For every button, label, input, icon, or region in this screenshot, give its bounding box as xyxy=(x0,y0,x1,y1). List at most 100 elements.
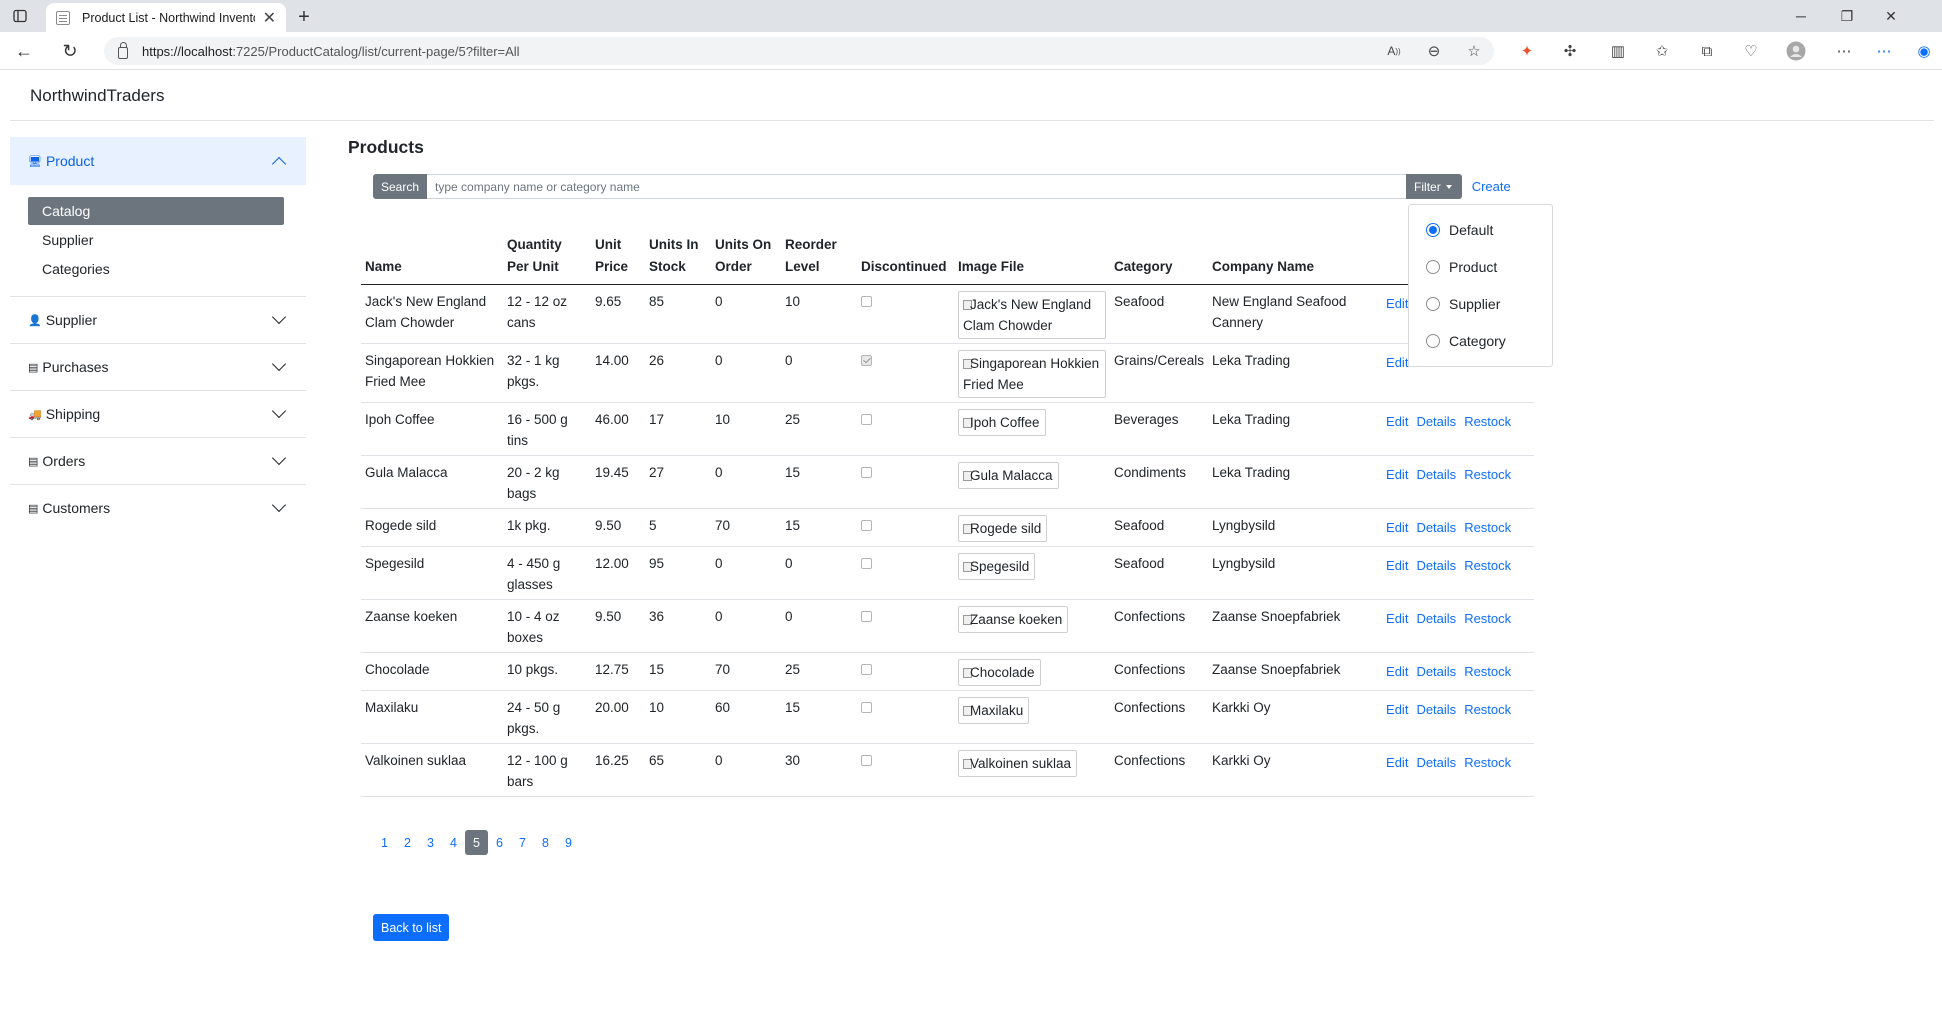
restock-link[interactable]: Restock xyxy=(1464,702,1511,717)
copilot-icon[interactable]: ◉ xyxy=(1912,40,1936,62)
restock-link[interactable]: Restock xyxy=(1464,558,1511,573)
profile-avatar-icon[interactable] xyxy=(1784,40,1808,62)
filter-option-product[interactable]: Product xyxy=(1409,248,1552,285)
browser-tab[interactable]: Product List - Northwind Invento ✕ xyxy=(46,3,286,32)
split-screen-icon[interactable]: ▥ xyxy=(1606,40,1630,62)
back-arrow-icon[interactable]: ← xyxy=(10,38,38,64)
sidebar-toggle-purchases[interactable]: ▤ Purchases xyxy=(10,344,306,390)
search-input[interactable]: type company name or category name xyxy=(427,174,1407,199)
page-link-1[interactable]: 1 xyxy=(373,830,396,855)
sidebar-toggle-shipping[interactable]: 🚚 Shipping xyxy=(10,391,306,437)
edit-link[interactable]: Edit xyxy=(1386,520,1408,535)
edit-link[interactable]: Edit xyxy=(1386,702,1408,717)
details-link[interactable]: Details xyxy=(1416,755,1456,770)
sidebar-toggle-supplier[interactable]: 👤 Supplier xyxy=(10,297,306,343)
page-link-9[interactable]: 9 xyxy=(557,830,580,855)
filter-dropdown-button[interactable]: Filter xyxy=(1406,174,1462,199)
sidebar-toggle-icon[interactable]: ⋯ xyxy=(1872,40,1896,62)
restock-link[interactable]: Restock xyxy=(1464,664,1511,679)
sidebar-toggle-orders[interactable]: ▤ Orders xyxy=(10,438,306,484)
cell-category: Confections xyxy=(1110,599,1209,653)
close-tab-icon[interactable]: ✕ xyxy=(263,8,276,28)
favorites-list-icon[interactable]: ✩ xyxy=(1650,40,1674,62)
favorite-star-icon[interactable]: ☆ xyxy=(1462,40,1486,62)
search-button[interactable]: Search xyxy=(373,174,428,199)
page-link-2[interactable]: 2 xyxy=(396,830,419,855)
minimize-icon[interactable]: ─ xyxy=(1780,0,1822,32)
radio-unchecked-icon[interactable] xyxy=(1426,259,1440,274)
close-window-icon[interactable]: ✕ xyxy=(1870,0,1912,32)
edit-link[interactable]: Edit xyxy=(1386,755,1408,770)
refresh-icon[interactable]: ↻ xyxy=(56,38,84,64)
details-link[interactable]: Details xyxy=(1416,414,1456,429)
sidebar-toggle-customers[interactable]: ▤ Customers xyxy=(10,485,306,531)
edit-link[interactable]: Edit xyxy=(1386,467,1408,482)
restore-icon[interactable]: ❐ xyxy=(1826,0,1868,32)
image-alt-text: Ipoh Coffee xyxy=(970,415,1040,430)
edit-link[interactable]: Edit xyxy=(1386,664,1408,679)
new-tab-icon[interactable]: + xyxy=(290,4,318,30)
details-link[interactable]: Details xyxy=(1416,664,1456,679)
page-link-3[interactable]: 3 xyxy=(419,830,442,855)
edit-link[interactable]: Edit xyxy=(1386,296,1408,311)
caret-down-icon xyxy=(1445,184,1452,189)
cell-image-file: Valkoinen suklaa xyxy=(954,743,1110,797)
restock-link[interactable]: Restock xyxy=(1464,467,1511,482)
sidebar-item-catalog[interactable]: Catalog xyxy=(28,197,284,225)
broken-image: Ipoh Coffee xyxy=(958,409,1046,436)
filter-option-supplier[interactable]: Supplier xyxy=(1409,285,1552,322)
browser-essentials-icon[interactable]: ♡ xyxy=(1739,40,1763,62)
table-row: Singaporean Hokkien Fried Mee 32 - 1 kg p… xyxy=(361,343,1535,403)
details-link[interactable]: Details xyxy=(1416,467,1456,482)
collections-icon[interactable]: ⧉ xyxy=(1695,40,1719,62)
page-link-7[interactable]: 7 xyxy=(511,830,534,855)
chevron-down-icon xyxy=(271,450,287,466)
back-to-list-button[interactable]: Back to list xyxy=(373,914,450,941)
cell-name: Spegesild xyxy=(361,546,503,600)
restock-link[interactable]: Restock xyxy=(1464,520,1511,535)
cell-quantity: 4 - 450 g glasses xyxy=(503,546,591,600)
page-link-8[interactable]: 8 xyxy=(534,830,557,855)
details-link[interactable]: Details xyxy=(1416,611,1456,626)
extensions-puzzle-icon[interactable]: ✣ xyxy=(1558,40,1582,62)
filter-option-category[interactable]: Category xyxy=(1409,322,1552,359)
broken-image: Rogede sild xyxy=(958,515,1048,542)
restock-link[interactable]: Restock xyxy=(1464,755,1511,770)
zoom-out-icon[interactable]: ⊖ xyxy=(1422,40,1446,62)
create-link[interactable]: Create xyxy=(1472,174,1511,199)
edit-link[interactable]: Edit xyxy=(1386,558,1408,573)
sidebar-toggle-product[interactable]: 🖥 Product xyxy=(10,137,306,185)
cell-units-in-stock: 65 xyxy=(645,743,711,797)
details-link[interactable]: Details xyxy=(1416,702,1456,717)
radio-checked-icon[interactable] xyxy=(1426,222,1440,237)
cell-name: Valkoinen suklaa xyxy=(361,743,503,797)
image-alt-text: Spegesild xyxy=(970,559,1030,574)
edit-link[interactable]: Edit xyxy=(1386,414,1408,429)
sidebar-item-supplier[interactable]: Supplier xyxy=(28,226,284,254)
page-link-4[interactable]: 4 xyxy=(442,830,465,855)
details-link[interactable]: Details xyxy=(1416,558,1456,573)
radio-unchecked-icon[interactable] xyxy=(1426,296,1440,311)
restock-link[interactable]: Restock xyxy=(1464,611,1511,626)
cell-company-name: Lyngbysild xyxy=(1208,546,1379,600)
details-link[interactable]: Details xyxy=(1416,520,1456,535)
extension-swirl-icon[interactable]: ✦ xyxy=(1515,40,1539,62)
address-bar[interactable]: https://localhost:7225/ProductCatalog/li… xyxy=(104,37,1494,65)
filter-option-default[interactable]: Default xyxy=(1409,211,1552,248)
col-header-company-name: Company Name xyxy=(1208,230,1379,285)
page-link-6[interactable]: 6 xyxy=(488,830,511,855)
brand-logo-text[interactable]: NorthwindTraders xyxy=(30,86,164,106)
sidebar-item-categories[interactable]: Categories xyxy=(28,255,284,283)
discontinued-checkbox xyxy=(861,611,872,622)
discontinued-checkbox xyxy=(861,558,872,569)
page-link-5[interactable]: 5 xyxy=(465,830,488,855)
edit-link[interactable]: Edit xyxy=(1386,611,1408,626)
edit-link[interactable]: Edit xyxy=(1386,355,1408,370)
read-aloud-icon[interactable]: A)) xyxy=(1382,40,1406,62)
restock-link[interactable]: Restock xyxy=(1464,414,1511,429)
tab-actions-icon[interactable] xyxy=(0,0,40,32)
more-options-icon[interactable]: ⋯ xyxy=(1832,40,1856,62)
cell-unit-price: 9.50 xyxy=(591,508,645,547)
cell-unit-price: 14.00 xyxy=(591,343,645,403)
radio-unchecked-icon[interactable] xyxy=(1426,333,1440,348)
